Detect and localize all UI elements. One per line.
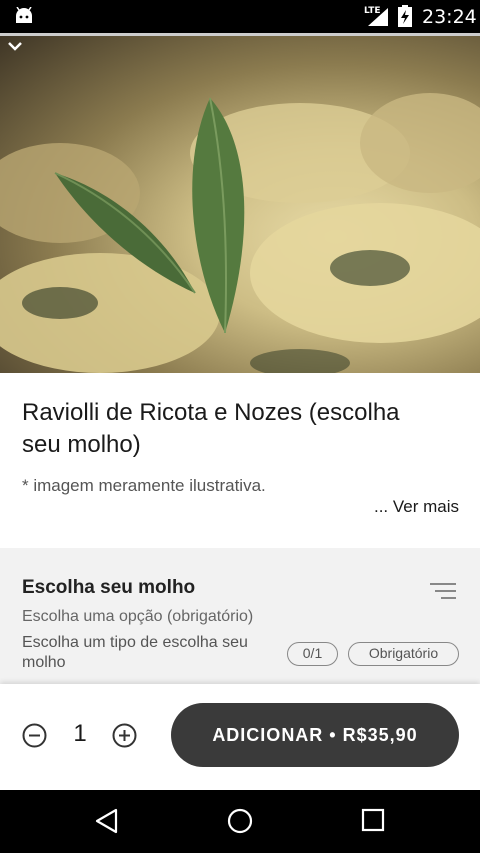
see-more-link[interactable]: ... Ver mais (374, 497, 459, 517)
selection-count-badge: 0/1 (287, 642, 338, 666)
status-time: 23:24 (422, 6, 477, 28)
filter-icon[interactable] (430, 582, 456, 600)
home-icon[interactable] (227, 808, 253, 834)
sauce-option-group: Escolha seu molho Escolha uma opção (obr… (0, 548, 480, 684)
product-title: Raviolli de Ricota e Nozes (escolha seu … (22, 399, 400, 458)
chevron-down-icon[interactable] (0, 33, 30, 59)
add-to-cart-button[interactable]: ADICIONAR • R$35,90 (171, 703, 459, 767)
ravioli-illustration (0, 93, 480, 373)
navigation-bar (0, 790, 480, 853)
lte-signal-icon (368, 8, 388, 26)
quantity-value: 1 (73, 720, 87, 747)
status-bar: LTE 23:24 (0, 0, 480, 33)
required-badge: Obrigatório (348, 642, 459, 666)
plus-circle-icon[interactable] (112, 723, 137, 748)
product-image (0, 33, 480, 373)
minus-circle-icon[interactable] (22, 723, 47, 748)
option-group-title: Escolha seu molho (22, 577, 196, 598)
image-disclaimer: * imagem meramente ilustrativa. (22, 476, 266, 495)
recents-icon[interactable] (361, 808, 385, 832)
back-icon[interactable] (94, 808, 120, 834)
battery-charging-icon (398, 5, 412, 27)
order-footer: 1 ADICIONAR • R$35,90 (0, 684, 480, 790)
option-group-subtitle: Escolha uma opção (obrigatório) (22, 608, 254, 625)
android-notification-icon (16, 7, 32, 23)
option-group-description: Escolha um tipo de escolha seu molho (22, 634, 248, 671)
